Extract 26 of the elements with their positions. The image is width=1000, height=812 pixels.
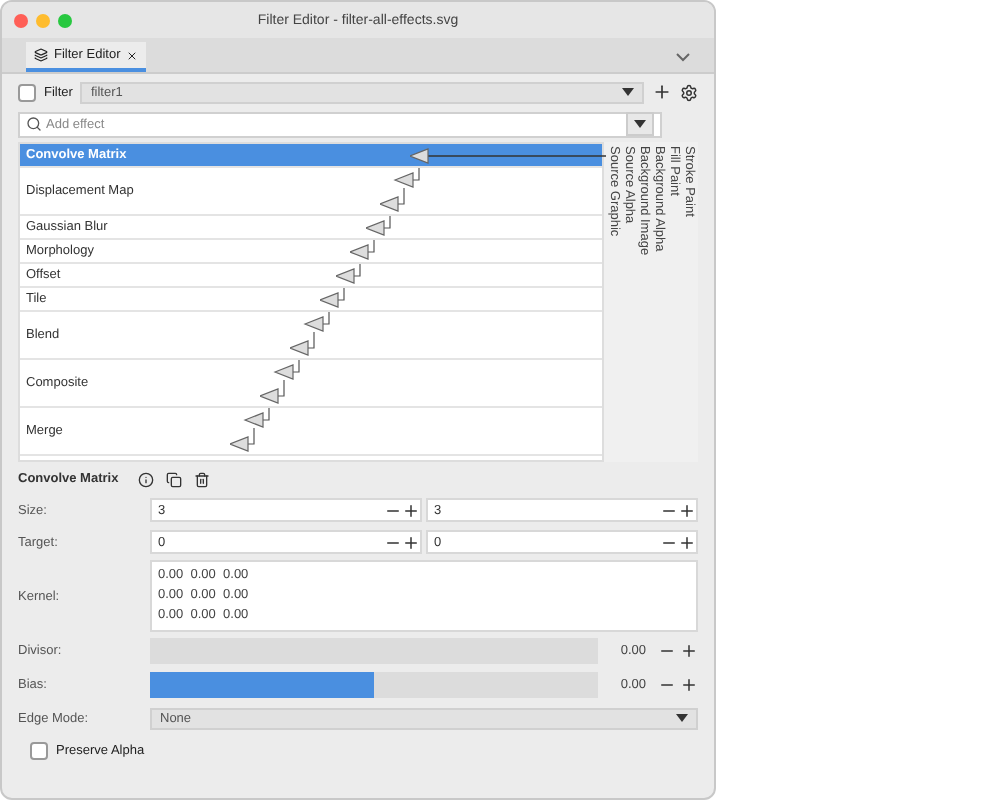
layers-icon: [34, 48, 48, 62]
add-icon[interactable]: [652, 82, 672, 102]
info-icon[interactable]: [138, 471, 154, 487]
connector-drawing: [230, 408, 271, 456]
dropdown-arrow-icon: [622, 88, 634, 96]
close-icon[interactable]: [126, 49, 139, 61]
duplicate-icon[interactable]: [166, 471, 182, 487]
connector-drawing: [260, 360, 301, 408]
dropdown-arrow-icon: [634, 120, 646, 128]
connector-drawing: [350, 240, 376, 264]
search-icon: [26, 116, 42, 132]
plus-icon[interactable]: [678, 533, 696, 551]
preserve-alpha-checkbox[interactable]: [30, 741, 48, 759]
plus-icon[interactable]: [678, 501, 696, 519]
plus-icon[interactable]: [680, 676, 698, 694]
settings-icon[interactable]: [680, 83, 698, 101]
connector-drawing: [335, 264, 361, 288]
plus-icon[interactable]: [680, 642, 698, 660]
plus-icon[interactable]: [402, 533, 420, 551]
effect-dropdown-button[interactable]: [626, 112, 654, 136]
filter-checkbox[interactable]: [18, 83, 36, 101]
trash-icon[interactable]: [194, 471, 210, 487]
slider-track[interactable]: [150, 672, 598, 698]
chevron-down-icon[interactable]: [676, 52, 690, 62]
plus-icon[interactable]: [402, 501, 420, 519]
dropdown-arrow-icon: [676, 714, 688, 722]
